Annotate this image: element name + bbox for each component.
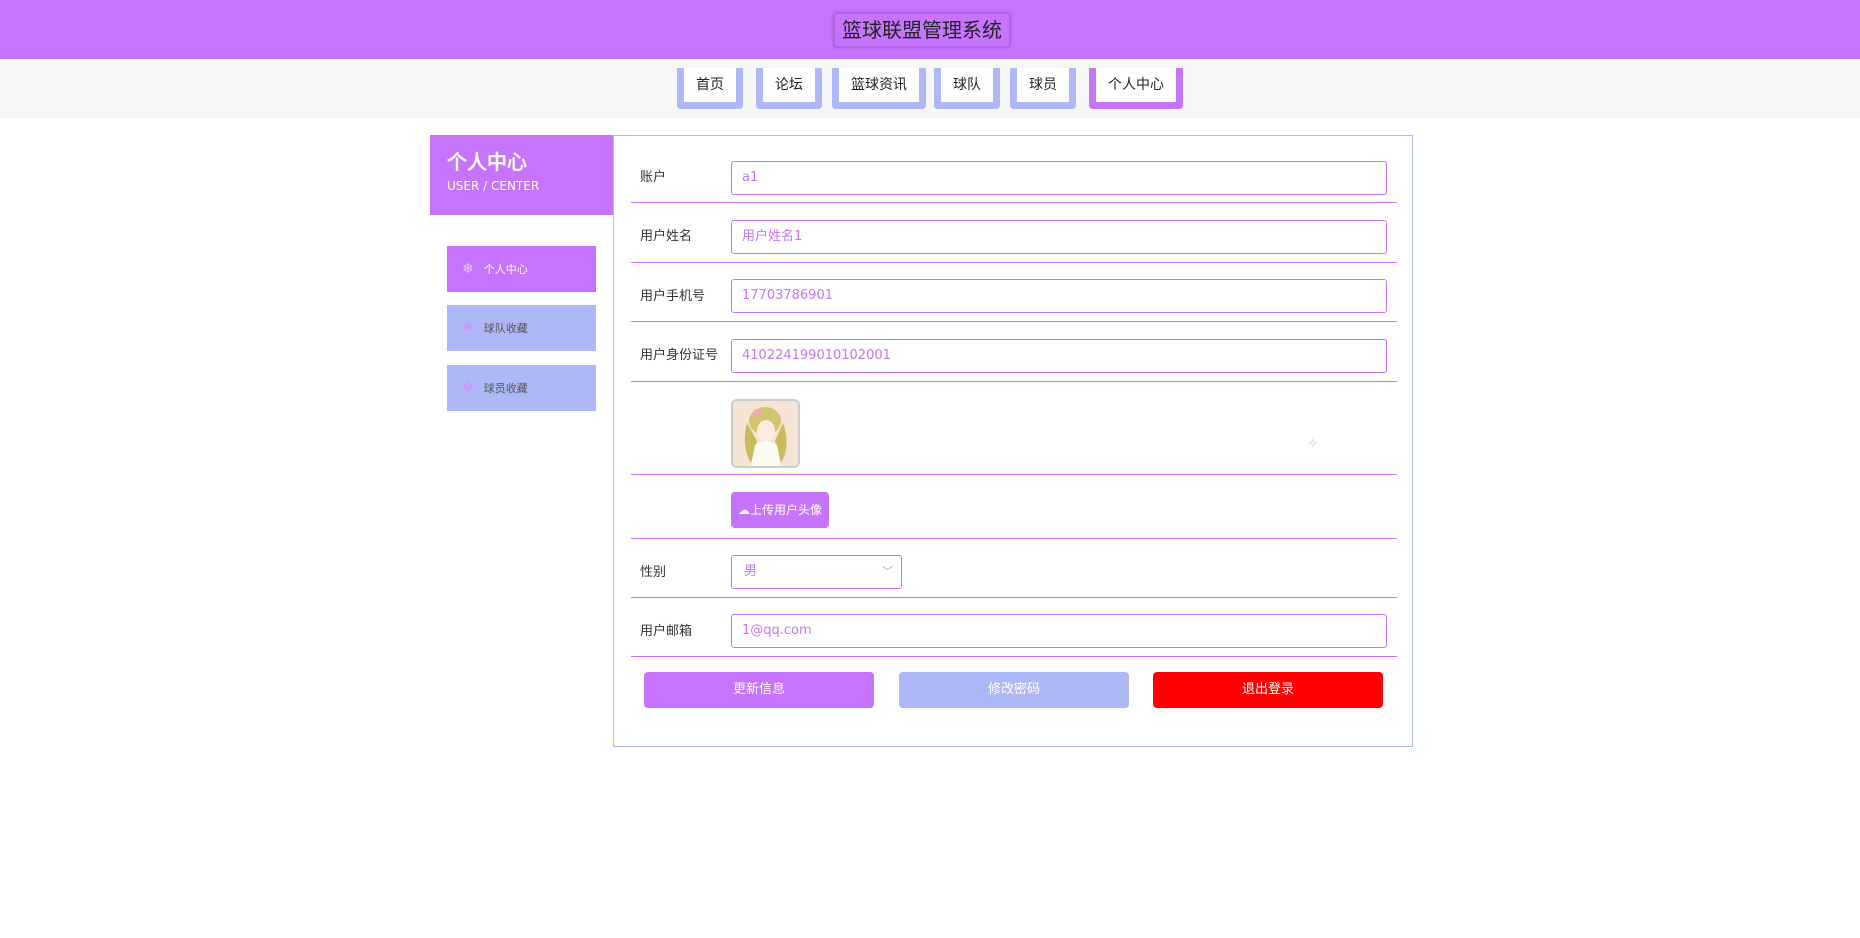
email-label: 用户邮箱 xyxy=(640,624,693,639)
sidebar-item-label: 球队收藏 xyxy=(483,322,528,335)
sidebar-item-personal-center[interactable]: ❄ 个人中心 xyxy=(447,246,596,292)
snowflake-icon: ❄ xyxy=(462,261,474,277)
upload-avatar-label: 上传用户头像 xyxy=(749,503,822,517)
nav-teams[interactable]: 球队 xyxy=(934,68,1000,109)
snowflake-icon: ❄ xyxy=(462,320,474,336)
sidebar-item-player-favorites[interactable]: ❄ 球员收藏 xyxy=(447,365,596,411)
form-row-email: 用户邮箱 1@qq.com xyxy=(631,598,1397,657)
phone-label: 用户手机号 xyxy=(640,289,706,304)
account-label: 账户 xyxy=(640,170,667,185)
top-header-bar: 篮球联盟管理系统 xyxy=(0,0,1860,59)
change-password-button[interactable]: 修改密码 xyxy=(899,672,1129,708)
name-input[interactable]: 用户姓名1 xyxy=(731,220,1387,254)
gender-select[interactable]: 男 ﹀ xyxy=(731,555,902,589)
cursor-sparkle-icon: ✧ xyxy=(1307,436,1319,452)
sidebar-item-team-favorites[interactable]: ❄ 球队收藏 xyxy=(447,305,596,351)
site-title: 篮球联盟管理系统 xyxy=(833,12,1011,48)
sidebar-item-label: 个人中心 xyxy=(483,263,528,276)
logout-button[interactable]: 退出登录 xyxy=(1153,672,1383,708)
gender-select-value: 男 xyxy=(744,564,758,579)
phone-input[interactable]: 17703786901 xyxy=(731,279,1387,313)
form-row-phone: 用户手机号 17703786901 xyxy=(631,263,1397,322)
id-card-label: 用户身份证号 xyxy=(640,348,719,363)
name-label: 用户姓名 xyxy=(640,229,693,244)
upload-avatar-button[interactable]: ☁上传用户头像 xyxy=(731,492,829,528)
form-row-gender: 性别 男 ﹀ xyxy=(631,539,1397,598)
form-row-id-card: 用户身份证号 410224199010102001 xyxy=(631,322,1397,382)
form-row-upload: ☁上传用户头像 xyxy=(631,475,1397,539)
sidebar-header: 个人中心 USER / CENTER xyxy=(430,135,613,215)
gender-label: 性别 xyxy=(640,565,667,580)
nav-basketball-news[interactable]: 篮球资讯 xyxy=(832,68,926,109)
nav-forum[interactable]: 论坛 xyxy=(756,68,822,109)
sidebar-title: 个人中心 xyxy=(447,150,527,174)
sidebar-subtitle: USER / CENTER xyxy=(447,179,540,193)
profile-form-panel: 账户 a1 用户姓名 用户姓名1 用户手机号 17703786901 用户身份证… xyxy=(613,135,1413,747)
nav-personal-center[interactable]: 个人中心 xyxy=(1089,68,1183,109)
nav-home[interactable]: 首页 xyxy=(677,68,743,109)
main-nav: 首页 论坛 篮球资讯 球队 球员 个人中心 xyxy=(0,59,1860,118)
form-row-name: 用户姓名 用户姓名1 xyxy=(631,203,1397,263)
cloud-upload-icon: ☁ xyxy=(737,503,750,517)
form-row-account: 账户 a1 xyxy=(631,136,1397,203)
update-info-button[interactable]: 更新信息 xyxy=(644,672,874,708)
sidebar: 个人中心 USER / CENTER ❄ 个人中心 ❄ 球队收藏 ❄ 球员收藏 xyxy=(430,135,613,411)
form-row-avatar xyxy=(631,382,1397,475)
nav-players[interactable]: 球员 xyxy=(1010,68,1076,109)
snowflake-icon: ❄ xyxy=(462,380,474,396)
user-avatar[interactable] xyxy=(731,399,800,468)
chevron-down-icon: ﹀ xyxy=(882,565,893,578)
id-card-input[interactable]: 410224199010102001 xyxy=(731,339,1387,373)
email-input[interactable]: 1@qq.com xyxy=(731,614,1387,648)
sidebar-item-label: 球员收藏 xyxy=(483,382,528,395)
account-input[interactable]: a1 xyxy=(731,161,1387,195)
